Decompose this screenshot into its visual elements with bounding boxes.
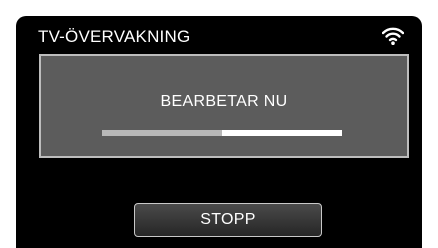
- progress-bar: [102, 130, 342, 136]
- stop-button[interactable]: STOPP: [134, 203, 322, 237]
- screen-title: TV-ÖVERVAKNING: [38, 27, 191, 46]
- wifi-icon: [382, 27, 404, 45]
- progress-bar-fill: [102, 130, 222, 136]
- processing-message: BEARBETAR NU: [160, 93, 288, 110]
- processing-panel: BEARBETAR NU: [39, 54, 409, 158]
- monitoring-screen: TV-ÖVERVAKNING BEARBETAR NU STOPP: [16, 16, 422, 248]
